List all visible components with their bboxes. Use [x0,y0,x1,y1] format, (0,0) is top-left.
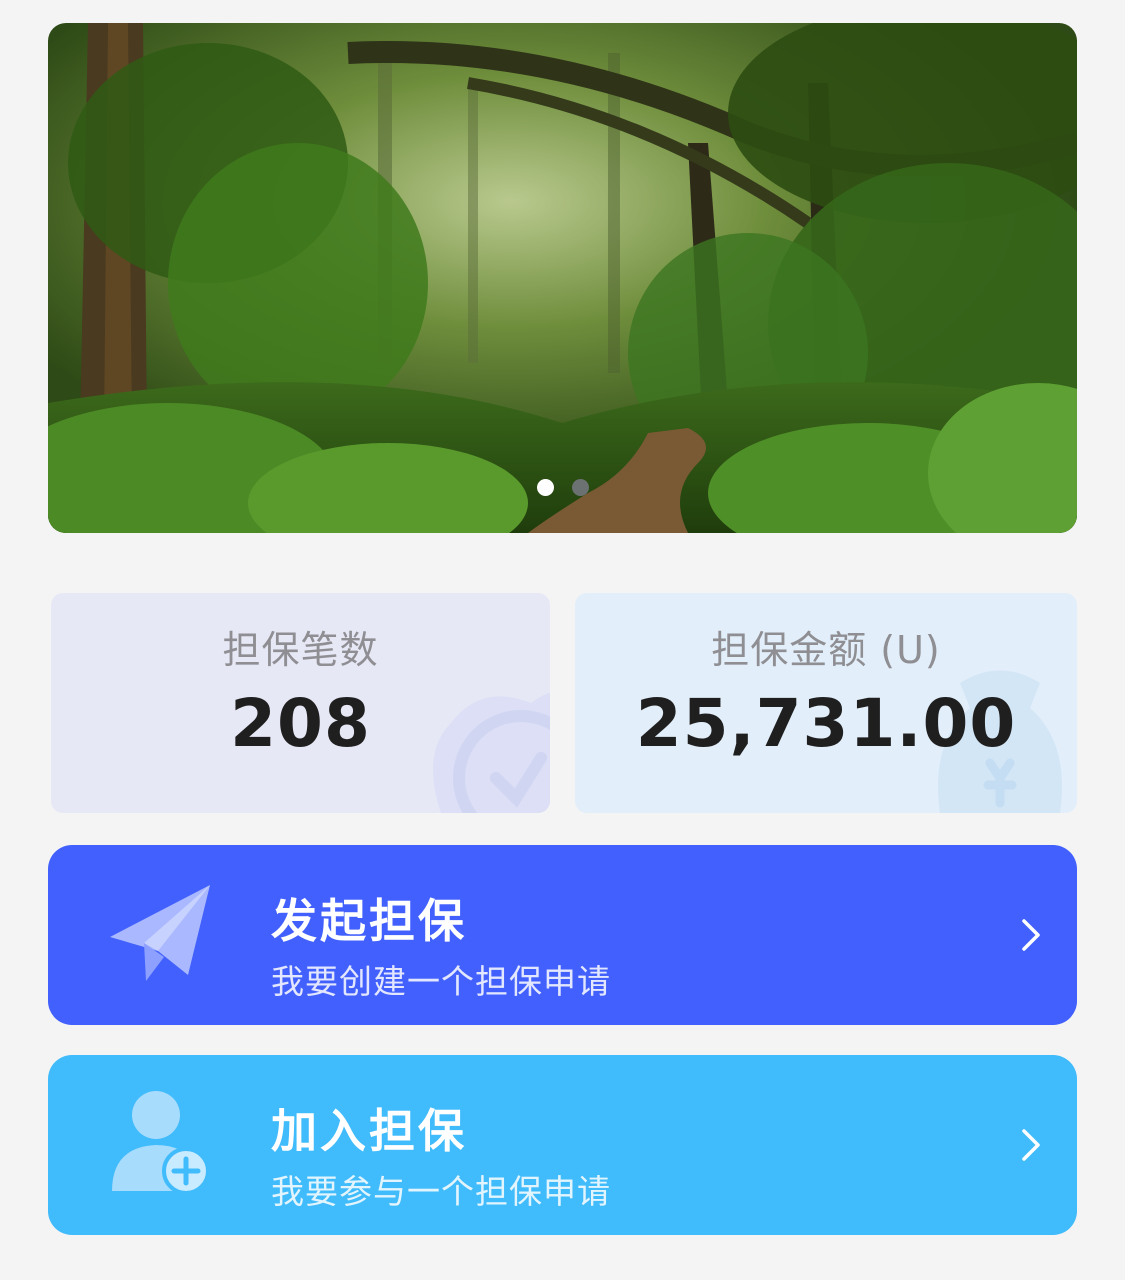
paper-plane-icon [110,885,210,981]
start-guarantee-subtitle: 我要创建一个担保申请 [271,962,611,1001]
guarantee-amount-value: 25,731.00 [635,685,1017,762]
banner-carousel[interactable] [48,23,1077,533]
join-guarantee-subtitle: 我要参与一个担保申请 [271,1172,611,1211]
guarantee-count-value: 208 [230,685,371,762]
chevron-right-icon [1022,919,1040,951]
start-guarantee-title: 发起担保 [271,894,467,948]
guarantee-amount-label: 担保金额 (U) [711,628,941,672]
guarantee-amount-card: 担保金额 (U) 25,731.00 [575,593,1077,813]
start-guarantee-button[interactable]: 发起担保 我要创建一个担保申请 [48,845,1077,1025]
carousel-indicator [48,479,1077,496]
join-guarantee-title: 加入担保 [271,1104,467,1158]
carousel-dot[interactable] [571,479,589,496]
carousel-dot-active[interactable] [536,479,554,496]
guarantee-count-label: 担保笔数 [222,628,379,672]
chevron-right-icon [1022,1129,1040,1161]
user-add-icon [112,1091,210,1195]
join-guarantee-button[interactable]: 加入担保 我要参与一个担保申请 [48,1055,1077,1235]
banner-image [48,23,1077,533]
guarantee-count-card: 担保笔数 208 [51,593,550,813]
